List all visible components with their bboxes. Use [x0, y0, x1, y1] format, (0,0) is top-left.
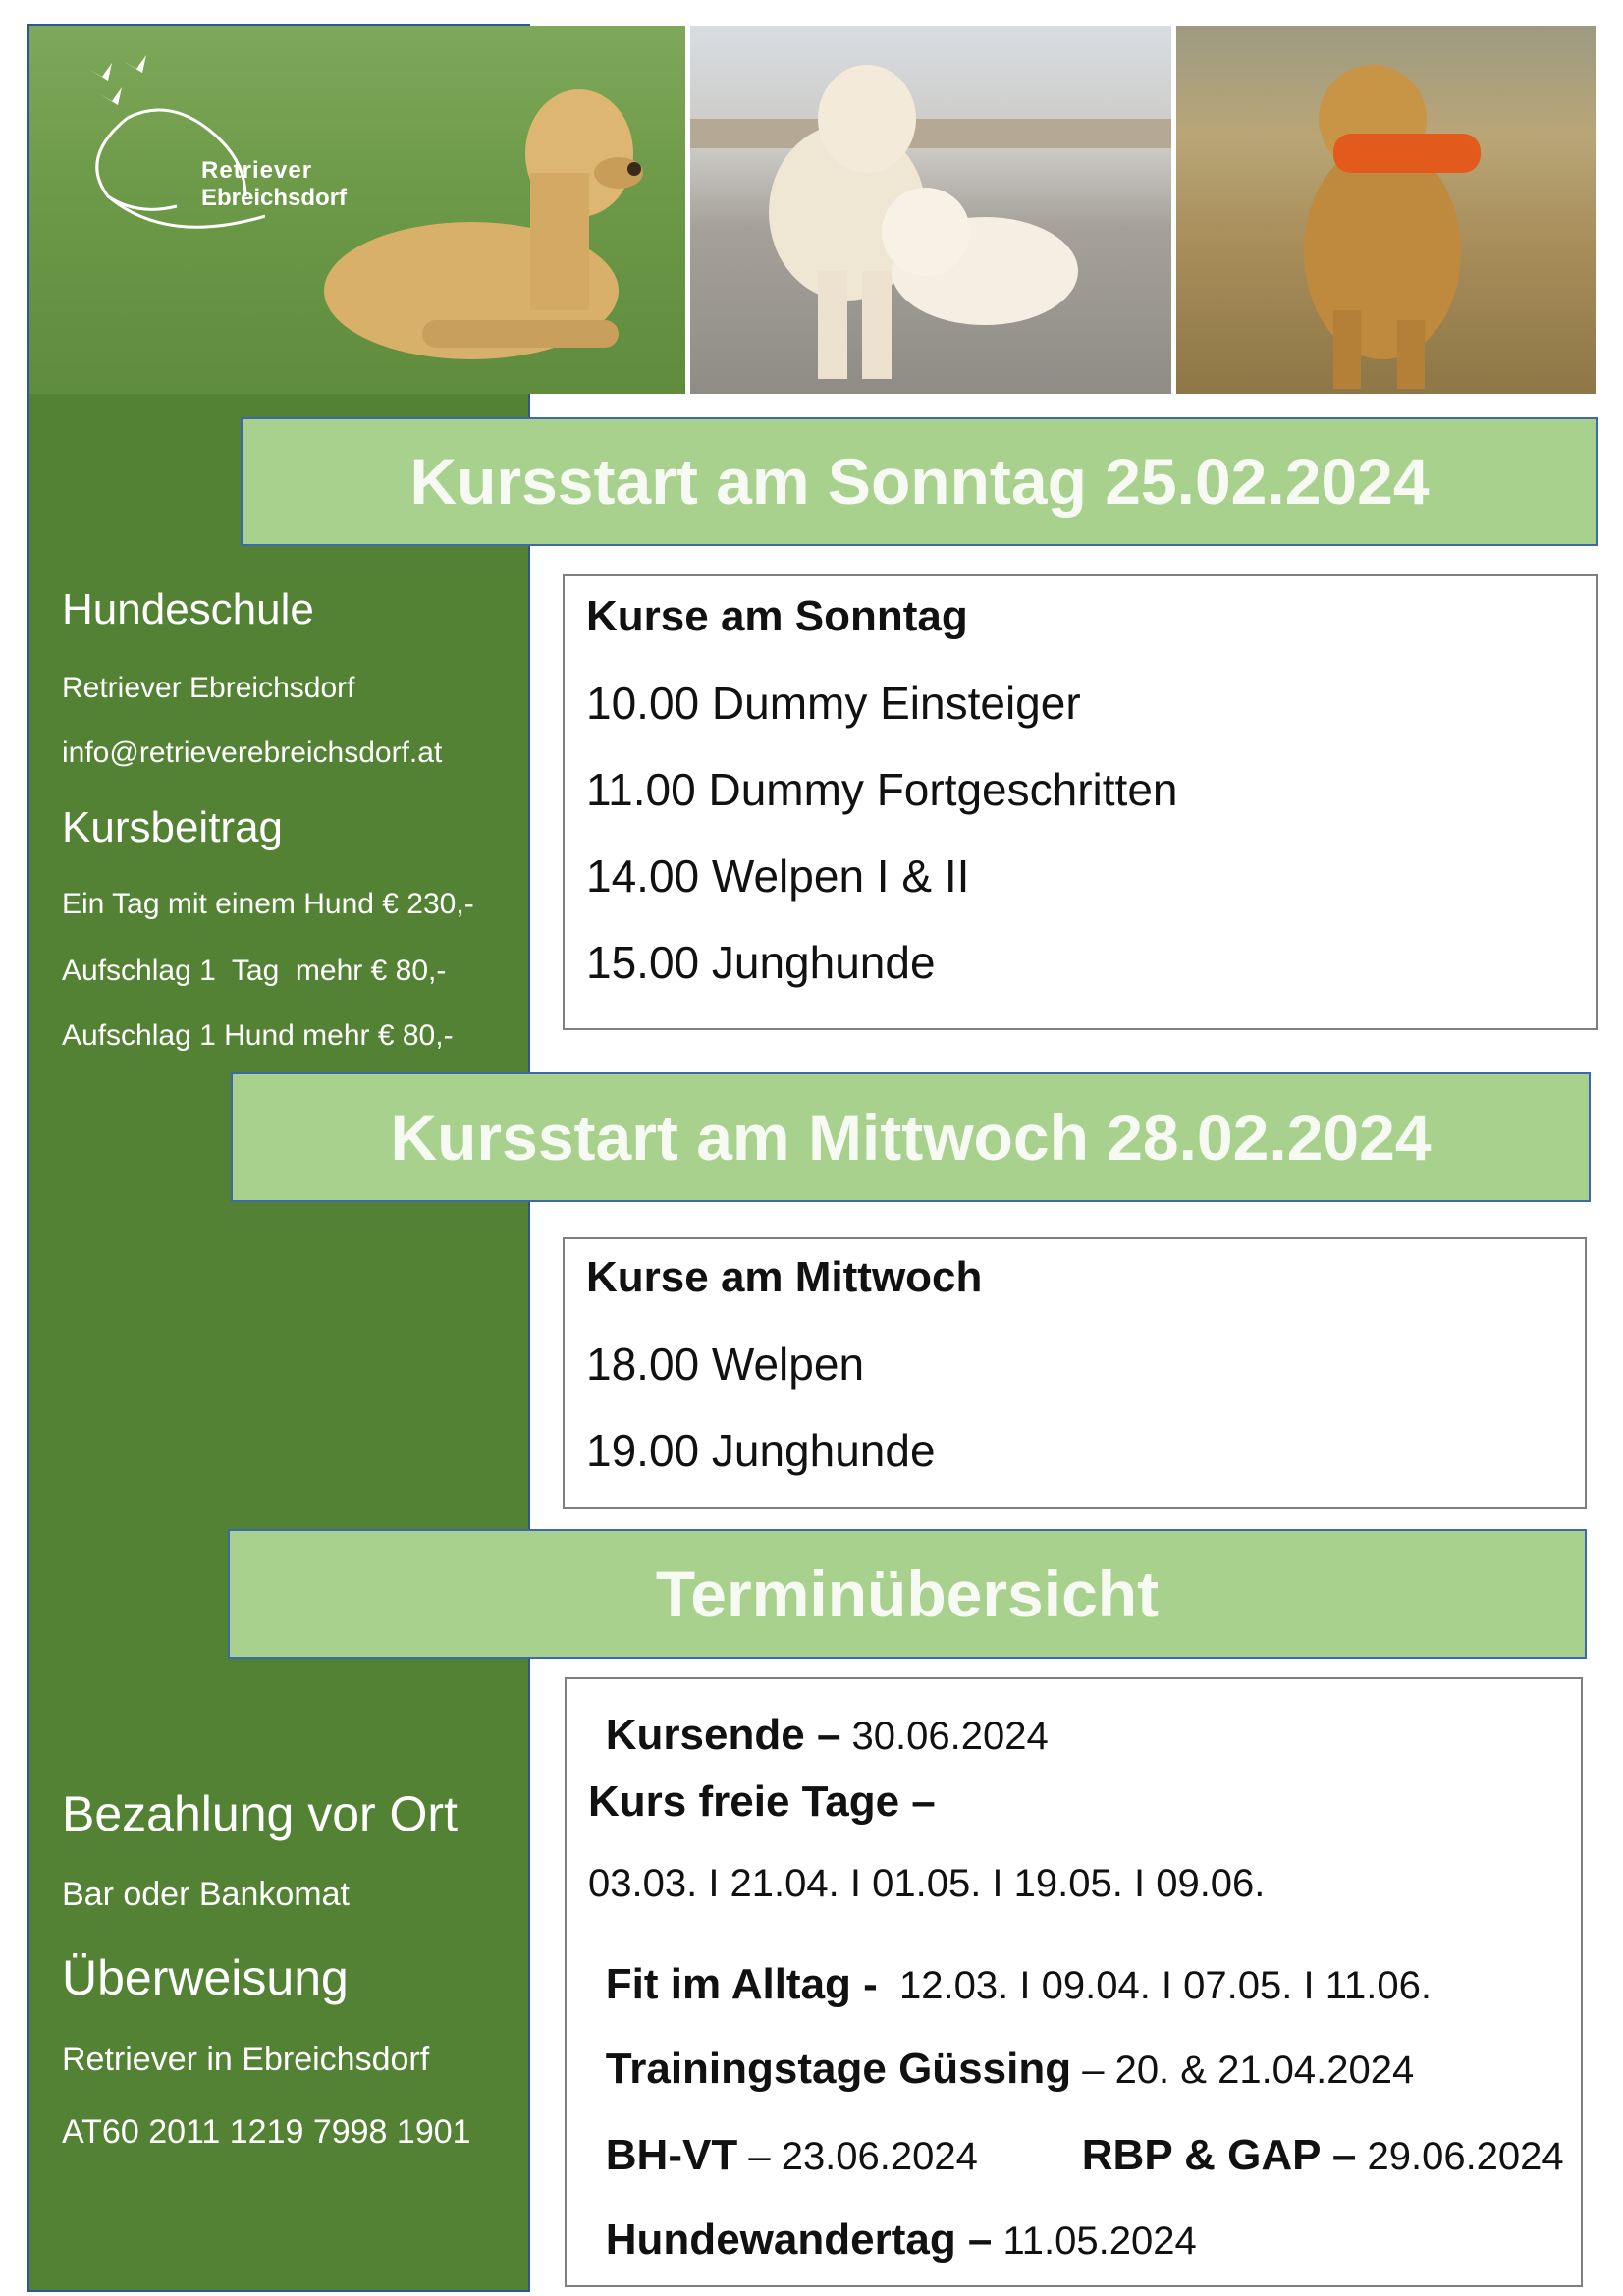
photo-golden-retrievers [690, 26, 1171, 394]
wednesday-courses-heading: Kurse am Mittwoch [586, 1253, 983, 1301]
bhvt-date: – 23.06.2024 [737, 2135, 978, 2178]
rbp-label: RBP & GAP – [1081, 2131, 1357, 2179]
bhvt-row: BH-VT – 23.06.2024 [588, 2113, 978, 2198]
payment-heading: Bezahlung vor Ort [62, 1786, 458, 1841]
free-days-label: Kurs freie Tage – [588, 1777, 936, 1826]
school-heading: Hundeschule [62, 585, 314, 633]
hike-label: Hundewandertag – [605, 2215, 993, 2264]
band-sunday-start: Kursstart am Sonntag 25.02.2024 [241, 417, 1598, 546]
transfer-heading: Überweisung [62, 1950, 349, 2005]
bhvt-label: BH-VT [605, 2131, 738, 2179]
fee-extra-day: Aufschlag 1 Tag mehr € 80,- [62, 955, 447, 987]
fee-extra-dog: Aufschlag 1 Hund mehr € 80,- [62, 1019, 454, 1052]
training-label: Trainingstage Güssing [605, 2045, 1072, 2093]
sunday-course-item: 14.00 Welpen I & II [586, 850, 970, 902]
hike-date: 11.05.2024 [992, 2219, 1197, 2263]
wednesday-courses-box: Kurse am Mittwoch 18.00 Welpen 19.00 Jun… [563, 1237, 1587, 1509]
hike-row: Hundewandertag – 11.05.2024 [588, 2198, 1197, 2282]
rbp-row: RBP & GAP – 29.06.2024 [1064, 2113, 1564, 2198]
course-end-row: Kursende – 30.06.2024 [588, 1693, 1049, 1777]
rbp-date: 29.06.2024 [1356, 2135, 1564, 2178]
logo-text-line1: Retriever [201, 157, 313, 184]
transfer-iban: AT60 2011 1219 7998 1901 [62, 2113, 471, 2151]
training-row: Trainingstage Güssing – 20. & 21.04.2024 [588, 2027, 1415, 2111]
logo-text-line2: Ebreichsdorf [201, 185, 348, 211]
fee-one-day: Ein Tag mit einem Hund € 230,- [62, 888, 474, 920]
overview-box: Kursende – 30.06.2024 Kurs freie Tage – … [565, 1677, 1583, 2287]
band-overview: Terminübersicht [228, 1529, 1587, 1659]
golden-retrievers-illustration [690, 65, 1171, 379]
fit-dates: 12.03. I 09.04. I 07.05. I 11.06. [877, 1964, 1432, 2007]
sunday-course-item: 15.00 Junghunde [586, 937, 936, 988]
fit-row: Fit im Alltag - 12.03. I 09.04. I 07.05.… [588, 1942, 1432, 2027]
wednesday-course-item: 19.00 Junghunde [586, 1425, 936, 1476]
school-name: Retriever Ebreichsdorf [62, 672, 355, 704]
fee-heading: Kursbeitrag [62, 803, 284, 851]
sunday-course-item: 10.00 Dummy Einsteiger [586, 678, 1081, 729]
photo-retriever-with-dummy [1176, 26, 1596, 394]
transfer-name: Retriever in Ebreichsdorf [62, 2041, 430, 2078]
sunday-course-item: 11.00 Dummy Fortgeschritten [586, 764, 1178, 815]
wednesday-course-item: 18.00 Welpen [586, 1339, 865, 1390]
course-end-label: Kursende – [605, 1711, 841, 1759]
training-dates: – 20. & 21.04.2024 [1071, 2049, 1415, 2092]
fit-label: Fit im Alltag - [605, 1960, 878, 2008]
sunday-courses-heading: Kurse am Sonntag [586, 592, 968, 640]
retriever-dummy-illustration [1304, 65, 1481, 389]
school-email[interactable]: info@retrieverebreichsdorf.at [62, 737, 442, 770]
payment-methods: Bar oder Bankomat [62, 1876, 350, 1913]
sunday-courses-box: Kurse am Sonntag 10.00 Dummy Einsteiger … [563, 574, 1598, 1030]
course-end-date: 30.06.2024 [840, 1715, 1049, 1758]
band-wednesday-start: Kursstart am Mittwoch 28.02.2024 [231, 1072, 1591, 1202]
free-days-dates: 03.03. I 21.04. I 01.05. I 19.05. I 09.0… [588, 1862, 1266, 1905]
